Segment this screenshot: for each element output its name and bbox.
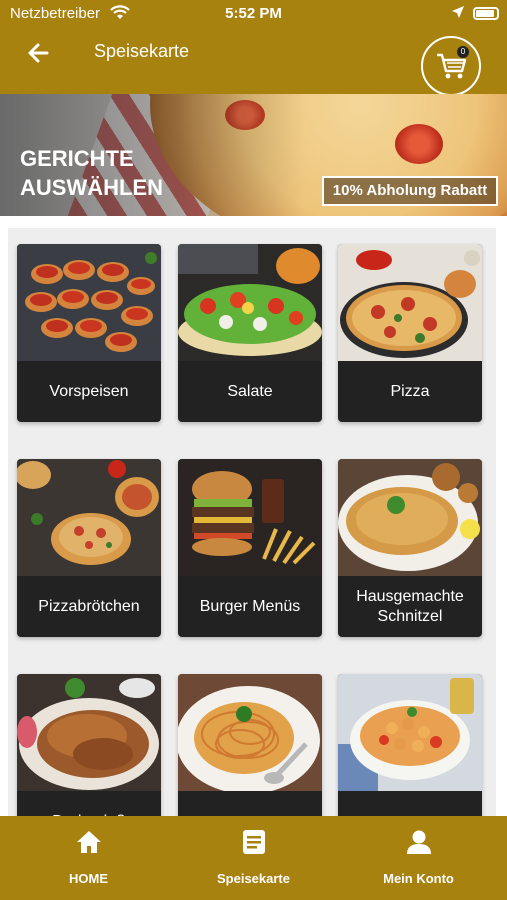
category-label: Vorspeisen — [49, 382, 129, 400]
back-arrow-icon[interactable] — [25, 38, 57, 68]
nav-speisekarte-label: Speisekarte — [217, 871, 290, 886]
category-card-gnocchi[interactable] — [338, 674, 482, 816]
nav-speisekarte[interactable]: Speisekarte — [169, 816, 338, 900]
bottom-nav: HOME Speisekarte Mein Konto — [0, 816, 507, 900]
category-label — [178, 791, 322, 816]
category-label: Hausgemachte Schnitzel — [356, 587, 464, 625]
category-label — [338, 791, 482, 816]
bruschetta-image — [17, 244, 161, 361]
nav-home-label: HOME — [69, 871, 108, 886]
salad-image — [178, 244, 322, 361]
category-card-pizzabroetchen[interactable]: Pizzabrötchen — [17, 459, 161, 637]
category-card-pasta[interactable] — [178, 674, 322, 816]
category-card-pizza[interactable]: Pizza — [338, 244, 482, 422]
menu-list-icon — [243, 830, 265, 854]
cart-button[interactable]: 0 — [421, 36, 481, 96]
user-icon — [407, 830, 431, 854]
doner-image — [17, 674, 161, 791]
home-icon — [77, 831, 101, 853]
banner-title: GERICHTE AUSWÄHLEN — [20, 146, 163, 200]
gnocchi-image — [338, 674, 482, 791]
category-card-hausgemachte-schnitzel[interactable]: Hausgemachte Schnitzel — [338, 459, 482, 637]
category-grid: Vorspeisen Salate Pizza Pizzabrötchen Bu… — [0, 228, 507, 816]
app-header: Speisekarte 0 — [0, 28, 507, 96]
category-label: Burger Menüs — [199, 597, 301, 615]
category-label: Pizzabrötchen — [38, 597, 140, 615]
cart-count-badge: 0 — [457, 46, 469, 58]
pizza-rolls-image — [17, 459, 161, 576]
category-card-salate[interactable]: Salate — [178, 244, 322, 422]
spaghetti-image — [178, 674, 322, 791]
nav-account[interactable]: Mein Konto — [334, 816, 503, 900]
pizza-image — [338, 244, 482, 361]
burger-image — [178, 459, 322, 576]
nav-account-label: Mein Konto — [383, 871, 454, 886]
clock: 5:52 PM — [225, 5, 282, 22]
status-bar: Netzbetreiber 5:52 PM — [0, 0, 507, 28]
category-label: Drehspieß — [17, 791, 161, 817]
location-arrow-icon — [452, 6, 464, 18]
battery-icon — [473, 7, 499, 20]
schnitzel-image — [338, 459, 482, 576]
category-card-burger-menues[interactable]: Burger Menüs — [178, 459, 322, 637]
discount-badge[interactable]: 10% Abholung Rabatt — [322, 176, 498, 206]
promo-banner: GERICHTE AUSWÄHLEN 10% Abholung Rabatt — [0, 94, 507, 216]
category-card-drehspiess[interactable]: Drehspieß — [17, 674, 161, 816]
category-label: Pizza — [390, 382, 430, 400]
page-title: Speisekarte — [94, 41, 190, 61]
category-label: Salate — [227, 382, 273, 400]
category-card-vorspeisen[interactable]: Vorspeisen — [17, 244, 161, 422]
nav-home[interactable]: HOME — [4, 816, 173, 900]
